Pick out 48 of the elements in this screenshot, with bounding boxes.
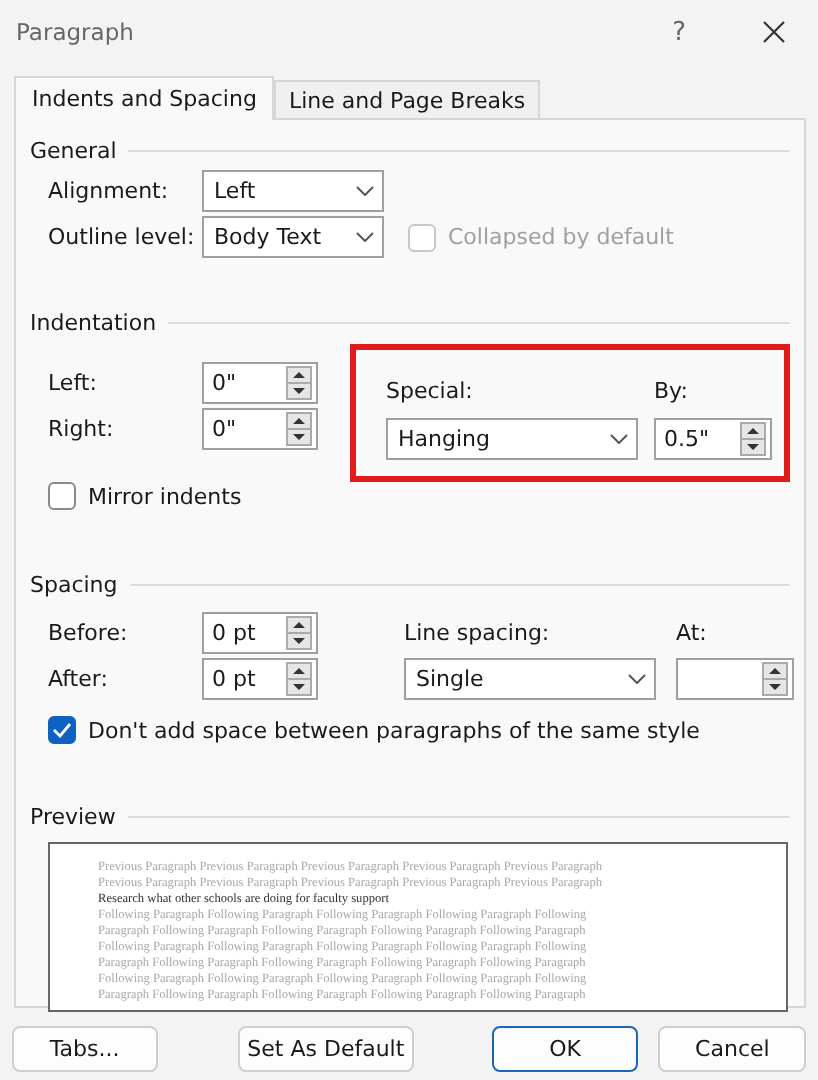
dialog-button[interactable]: Tabs...: [12, 1026, 158, 1072]
section-heading: Indentation: [30, 309, 157, 335]
tab[interactable]: Indents and Spacing: [14, 76, 275, 120]
at-spin-field[interactable]: [676, 658, 794, 700]
dialog-button[interactable]: OK: [491, 1026, 639, 1072]
chevron-icon: [356, 232, 374, 242]
dialog-button[interactable]: Cancel: [658, 1026, 807, 1072]
field-label: After:: [48, 666, 110, 692]
dialog-button[interactable]: Set As Default: [237, 1026, 414, 1072]
field-label: Before:: [48, 620, 130, 646]
line-spacing-dropdown[interactable]: Single: [404, 658, 656, 700]
close-icon[interactable]: [762, 20, 786, 44]
chevron-icon: [356, 186, 374, 196]
checkbox[interactable]: [48, 716, 76, 744]
spin-arrows-icon: [286, 366, 312, 400]
window-title: Paragraph: [16, 18, 136, 46]
checkbox-label: Collapsed by default: [448, 224, 674, 250]
section-heading: General: [30, 137, 117, 163]
field-label: Outline level:: [48, 224, 197, 250]
left-spin-field[interactable]: 0": [202, 362, 318, 404]
section-heading: Spacing: [30, 571, 118, 597]
field-label: Left:: [48, 370, 99, 396]
before-spin-field[interactable]: 0 pt: [202, 612, 318, 654]
field-label: At:: [676, 620, 709, 646]
chevron-icon: [628, 674, 646, 684]
spin-arrows-icon: [762, 662, 788, 696]
checkbox-label: Mirror indents: [88, 483, 242, 509]
checkbox-label: Don't add space between paragraphs of the same style: [88, 717, 700, 743]
field-label: By:: [654, 378, 690, 404]
spin-arrows-icon: [286, 616, 312, 650]
help-button[interactable]: ?: [672, 17, 686, 47]
by-spin-field[interactable]: 0.5": [654, 418, 772, 460]
tab[interactable]: Line and Page Breaks: [274, 80, 540, 118]
field-label: Line spacing:: [404, 620, 552, 646]
alignment-dropdown[interactable]: Left: [202, 170, 384, 212]
spin-arrows-icon: [286, 662, 312, 696]
field-label: Right:: [48, 416, 116, 442]
field-label: Special:: [386, 378, 475, 404]
special-dropdown[interactable]: Hanging: [386, 418, 638, 460]
chevron-icon: [610, 434, 628, 444]
right-spin-field[interactable]: 0": [202, 408, 318, 450]
outline-level-dropdown[interactable]: Body Text: [202, 216, 384, 258]
spin-arrows-icon: [740, 422, 766, 456]
checkbox[interactable]: [48, 482, 76, 510]
spin-arrows-icon: [286, 412, 312, 446]
after-spin-field[interactable]: 0 pt: [202, 658, 318, 700]
field-label: Alignment:: [48, 178, 171, 204]
section-heading: Preview: [30, 803, 116, 829]
